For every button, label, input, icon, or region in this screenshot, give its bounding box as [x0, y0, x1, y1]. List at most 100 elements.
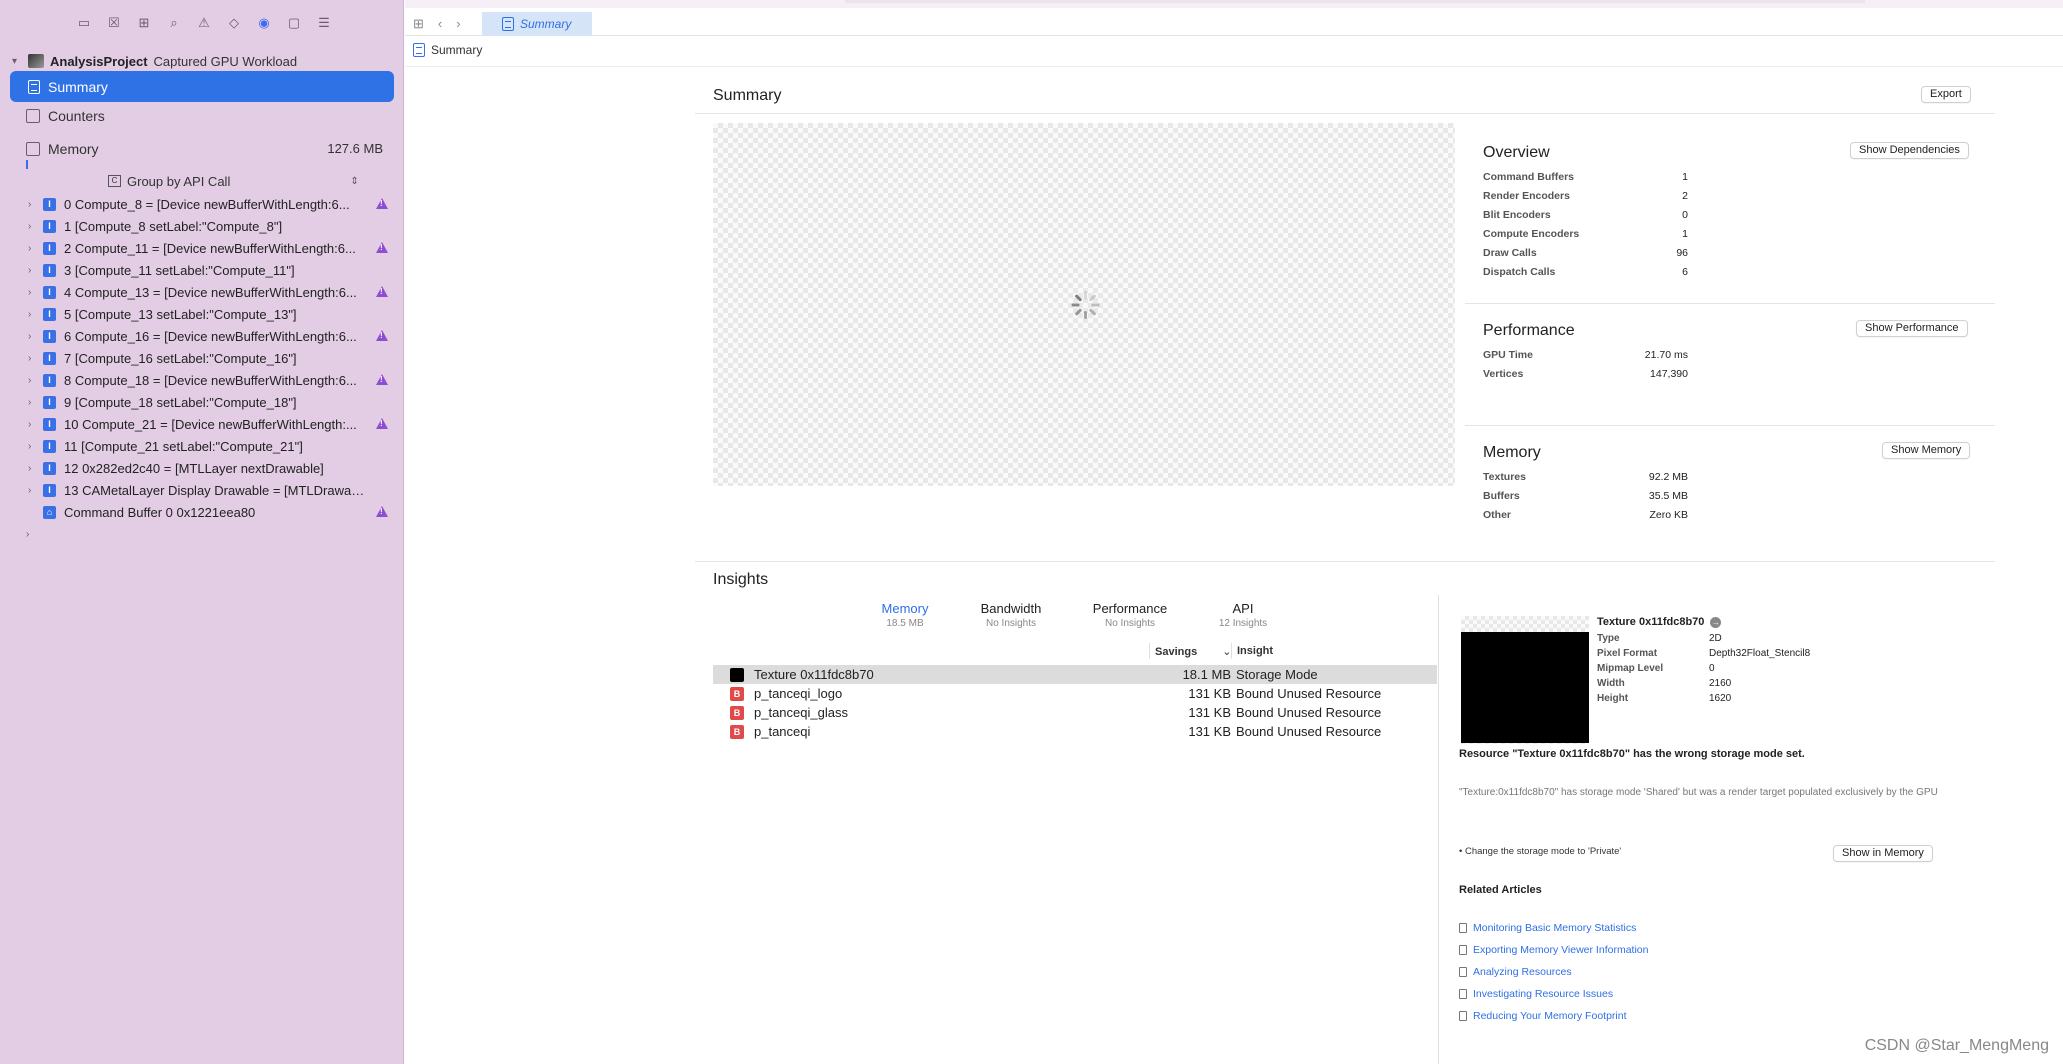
- expand-row[interactable]: ›: [0, 523, 404, 545]
- go-to-arrow-icon[interactable]: →: [1710, 616, 1722, 628]
- list-item[interactable]: › I 10 Compute_21 = [Device newBufferWithL…: [0, 413, 404, 435]
- stat-label: Vertices: [1483, 368, 1524, 380]
- tab-api[interactable]: API 12 Insights: [1203, 601, 1283, 629]
- chevron-right-icon[interactable]: ›: [28, 485, 38, 496]
- show-performance-button[interactable]: Show Performance: [1856, 320, 1968, 337]
- table-row[interactable]: Bp_tanceqi_glass 131 KB Bound Unused Resou…: [713, 703, 1437, 722]
- sidebar-item-counters[interactable]: Counters: [26, 106, 105, 126]
- memory-size: 127.6 MB: [327, 141, 383, 156]
- stat-row: Other Zero KB: [1483, 509, 1688, 521]
- show-in-memory-button[interactable]: Show in Memory: [1833, 845, 1933, 862]
- warning-icon[interactable]: ⚠: [196, 15, 212, 31]
- report-icon[interactable]: ☰: [316, 15, 332, 31]
- warning-icon[interactable]: [376, 374, 388, 385]
- article-label: Investigating Resource Issues: [1473, 988, 1614, 1000]
- list-item[interactable]: › I 4 Compute_13 = [Device newBufferWithLe…: [0, 281, 404, 303]
- chevron-right-icon[interactable]: ›: [28, 353, 38, 364]
- list-item[interactable]: › I 5 [Compute_13 setLabel:"Compute_13"]: [0, 303, 404, 325]
- warning-icon[interactable]: [376, 286, 388, 297]
- table-row[interactable]: Bp_tanceqi 131 KB Bound Unused Resource: [713, 722, 1437, 741]
- chevron-right-icon[interactable]: ›: [28, 199, 38, 210]
- table-row[interactable]: Texture 0x11fdc8b70 18.1 MB Storage Mode: [713, 665, 1437, 684]
- chevron-right-icon[interactable]: ›: [28, 441, 38, 452]
- list-item[interactable]: › I 1 [Compute_8 setLabel:"Compute_8"]: [0, 215, 404, 237]
- sidebar-item-memory[interactable]: Memory: [26, 139, 99, 159]
- chevron-right-icon[interactable]: ›: [28, 221, 38, 232]
- chevron-right-icon[interactable]: ›: [28, 265, 38, 276]
- search-icon[interactable]: ⌕: [166, 15, 182, 31]
- chevron-right-icon[interactable]: ›: [28, 375, 38, 386]
- insight-description: "Texture:0x11fdc8b70" has storage mode '…: [1459, 787, 1938, 798]
- project-row[interactable]: ▾ AnalysisProject Captured GPU Workload: [12, 52, 297, 70]
- source-control-icon[interactable]: ☒: [106, 15, 122, 31]
- column-insight[interactable]: Insight: [1237, 645, 1273, 657]
- project-subtitle: Captured GPU Workload: [153, 53, 298, 69]
- folder-icon[interactable]: ▭: [76, 15, 92, 31]
- warning-icon[interactable]: [376, 506, 388, 517]
- list-item[interactable]: › I 13 CAMetalLayer Display Drawable = [MT…: [0, 479, 404, 501]
- api-call-icon: I: [43, 373, 56, 387]
- column-savings[interactable]: Savings ⌄: [1155, 645, 1231, 658]
- list-item[interactable]: › I 2 Compute_11 = [Device newBufferWithLe…: [0, 237, 404, 259]
- breadcrumb[interactable]: Summary: [413, 43, 482, 57]
- stat-value: 21.70 ms: [1644, 349, 1688, 361]
- list-item[interactable]: › I 3 [Compute_11 setLabel:"Compute_11"]: [0, 259, 404, 281]
- resource-name: p_tanceqi_glass: [754, 705, 848, 720]
- stat-value: 1: [1682, 171, 1688, 183]
- api-call-icon: I: [43, 219, 56, 233]
- forward-icon[interactable]: ›: [456, 16, 460, 32]
- debug-icon[interactable]: ◉: [256, 15, 272, 31]
- back-icon[interactable]: ‹: [438, 16, 442, 32]
- list-item[interactable]: › I 0 Compute_8 = [Device newBufferWithLen…: [0, 193, 404, 215]
- hierarchy-icon[interactable]: ⊞: [136, 15, 152, 31]
- scroll-thumb[interactable]: [845, 0, 1865, 3]
- warning-icon[interactable]: [376, 198, 388, 209]
- sidebar-item-summary[interactable]: Summary: [10, 71, 394, 102]
- chevron-right-icon[interactable]: ›: [28, 243, 38, 254]
- chevron-right-icon[interactable]: ›: [28, 419, 38, 430]
- up-down-chevron-icon: ⇕: [350, 175, 359, 187]
- export-button[interactable]: Export: [1921, 86, 1971, 103]
- article-link[interactable]: Investigating Resource Issues: [1459, 988, 1613, 1000]
- divider: [1465, 425, 1995, 426]
- grid-icon[interactable]: ⊞: [413, 16, 424, 32]
- list-item[interactable]: › I 11 [Compute_21 setLabel:"Compute_21"]: [0, 435, 404, 457]
- warning-icon[interactable]: [376, 330, 388, 341]
- group-by-selector[interactable]: C Group by API Call ⇕: [108, 172, 359, 190]
- breakpoint-icon[interactable]: ▢: [286, 15, 302, 31]
- tab-memory[interactable]: Memory 18.5 MB: [865, 601, 945, 629]
- project-name: AnalysisProject: [50, 53, 148, 69]
- article-link[interactable]: Monitoring Basic Memory Statistics: [1459, 922, 1636, 934]
- list-item[interactable]: › I 12 0x282ed2c40 = [MTLLayer nextDrawabl…: [0, 457, 404, 479]
- article-link[interactable]: Exporting Memory Viewer Information: [1459, 944, 1648, 956]
- chevron-right-icon[interactable]: ›: [28, 331, 38, 342]
- api-call-icon: I: [43, 483, 56, 497]
- tab-performance[interactable]: Performance No Insights: [1090, 601, 1170, 629]
- test-icon[interactable]: ◇: [226, 15, 242, 31]
- list-item[interactable]: › I 7 [Compute_16 setLabel:"Compute_16"]: [0, 347, 404, 369]
- chevron-right-icon[interactable]: ›: [26, 529, 36, 540]
- tab-summary[interactable]: Summary: [482, 12, 592, 36]
- list-item[interactable]: › I 8 Compute_18 = [Device newBufferWithLe…: [0, 369, 404, 391]
- table-row[interactable]: Bp_tanceqi_logo 131 KB Bound Unused Resour…: [713, 684, 1437, 703]
- stat-value: 147,390: [1650, 368, 1688, 380]
- list-item[interactable]: › I 6 Compute_16 = [Device newBufferWithLe…: [0, 325, 404, 347]
- warning-icon[interactable]: [376, 418, 388, 429]
- warning-icon[interactable]: [376, 242, 388, 253]
- article-link[interactable]: Reducing Your Memory Footprint: [1459, 1010, 1627, 1022]
- command-buffer-item[interactable]: ⌂ Command Buffer 0 0x1221eea80: [0, 501, 404, 523]
- list-item[interactable]: › I 9 [Compute_18 setLabel:"Compute_18"]: [0, 391, 404, 413]
- chevron-right-icon[interactable]: ›: [28, 309, 38, 320]
- panel-divider: [1438, 595, 1439, 1064]
- article-link[interactable]: Analyzing Resources: [1459, 966, 1572, 978]
- chevron-right-icon[interactable]: ›: [28, 463, 38, 474]
- stat-value: 0: [1682, 209, 1688, 221]
- chevron-right-icon[interactable]: ›: [28, 397, 38, 408]
- chevron-right-icon[interactable]: ›: [28, 287, 38, 298]
- chevron-down-icon[interactable]: ▾: [12, 56, 22, 67]
- stat-row: Buffers 35.5 MB: [1483, 490, 1688, 502]
- show-memory-button[interactable]: Show Memory: [1882, 442, 1971, 459]
- tab-bandwidth[interactable]: Bandwidth No Insights: [971, 601, 1051, 629]
- show-dependencies-button[interactable]: Show Dependencies: [1850, 142, 1969, 159]
- article-label: Exporting Memory Viewer Information: [1473, 944, 1649, 956]
